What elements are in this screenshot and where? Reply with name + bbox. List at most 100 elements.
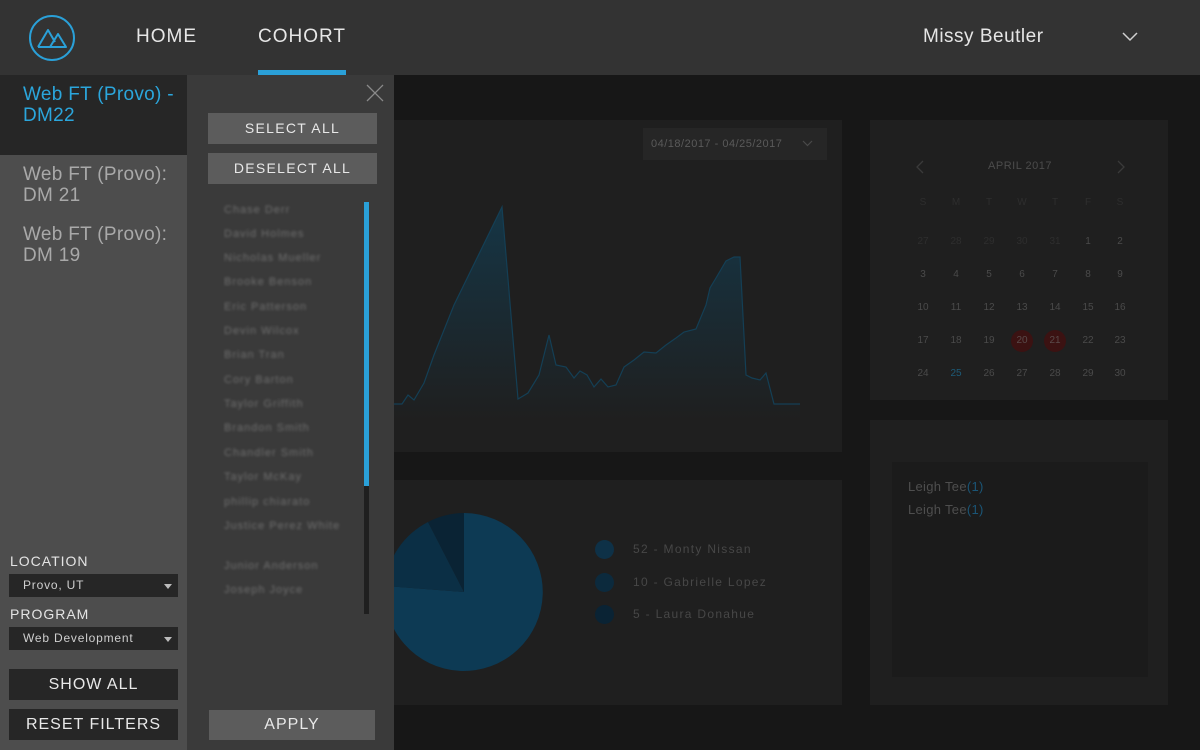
nav-home-link[interactable]: HOME <box>136 26 197 48</box>
legend-entry: 10 - Gabrielle Lopez <box>633 575 768 589</box>
student-item[interactable]: Chase Derr <box>224 204 354 217</box>
calendar-day[interactable]: 10 <box>910 298 936 318</box>
calendar-day[interactable]: 9 <box>1107 265 1133 285</box>
line-chart-area <box>394 207 800 420</box>
leader-name: Leigh Tee <box>908 502 967 517</box>
calendar-day[interactable]: 20 <box>1009 331 1035 351</box>
calendar-day[interactable]: 17 <box>910 331 936 351</box>
leaderboard-list-panel <box>892 462 1148 677</box>
scrollbar-thumb[interactable] <box>364 202 369 486</box>
activity-line-chart <box>394 204 800 420</box>
contribution-pie-chart <box>394 513 543 671</box>
calendar-day[interactable]: 4 <box>943 265 969 285</box>
student-item[interactable]: David Holmes <box>224 228 354 241</box>
calendar-day[interactable]: 18 <box>943 331 969 351</box>
student-item[interactable]: Taylor McKay <box>224 471 354 484</box>
legend-name: Monty Nissan <box>663 542 752 556</box>
calendar-day[interactable]: 31 <box>1042 232 1068 252</box>
chevron-down-icon <box>802 140 813 147</box>
user-name[interactable]: Missy Beutler <box>923 26 1044 48</box>
calendar-day[interactable]: 3 <box>910 265 936 285</box>
calendar-day[interactable]: 8 <box>1075 265 1101 285</box>
student-item[interactable]: Justice Perez White <box>224 520 354 533</box>
calendar-day[interactable]: 30 <box>1009 232 1035 252</box>
student-item[interactable]: Eric Patterson <box>224 301 354 314</box>
logo-icon[interactable] <box>28 14 76 62</box>
student-item[interactable]: Nicholas Mueller <box>224 252 354 265</box>
leaderboard-entry: Leigh Tee(1) <box>908 502 984 517</box>
legend-name: Gabrielle Lopez <box>663 575 768 589</box>
calendar-day[interactable]: 6 <box>1009 265 1035 285</box>
location-label: LOCATION <box>10 553 89 569</box>
date-range-picker[interactable]: 04/18/2017 - 04/25/2017 <box>643 128 827 160</box>
prev-month-icon[interactable] <box>916 160 924 174</box>
student-item[interactable]: Brandon Smith <box>224 422 354 435</box>
apply-button[interactable]: APPLY <box>209 710 375 740</box>
student-item[interactable]: Junior Anderson <box>224 560 354 573</box>
calendar-weekday: S <box>919 197 927 208</box>
program-select[interactable]: Web Development <box>9 627 178 650</box>
student-item[interactable]: Taylor Griffith <box>224 398 354 411</box>
calendar-day[interactable]: 5 <box>976 265 1002 285</box>
calendar-weekday: W <box>1017 197 1027 208</box>
select-all-button[interactable]: SELECT ALL <box>208 113 377 144</box>
caret-down-icon <box>164 584 172 589</box>
legend-swatch <box>595 605 614 624</box>
calendar-day[interactable]: 27 <box>910 232 936 252</box>
nav-cohort-link[interactable]: COHORT <box>258 26 346 48</box>
student-item[interactable]: Brian Tran <box>224 349 354 362</box>
calendar-day[interactable]: 26 <box>976 364 1002 384</box>
student-item[interactable]: Joseph Joyce <box>224 584 354 597</box>
legend-count: 10 <box>633 575 649 589</box>
student-item[interactable]: Devin Wilcox <box>224 325 354 338</box>
program-label: PROGRAM <box>10 606 90 622</box>
student-item[interactable]: Brooke Benson <box>224 276 354 289</box>
location-select[interactable]: Provo, UT <box>9 574 178 597</box>
leader-count: 1 <box>971 502 980 517</box>
legend-swatch <box>595 540 614 559</box>
calendar-day[interactable]: 12 <box>976 298 1002 318</box>
calendar-weekday: S <box>1116 197 1124 208</box>
calendar-day[interactable]: 23 <box>1107 331 1133 351</box>
next-month-icon[interactable] <box>1117 160 1125 174</box>
close-icon[interactable] <box>366 84 384 102</box>
student-item[interactable]: Cory Barton <box>224 374 354 387</box>
caret-down-icon <box>164 637 172 642</box>
calendar-day[interactable]: 28 <box>943 232 969 252</box>
chevron-down-icon[interactable] <box>1122 32 1138 42</box>
calendar-weekday: T <box>985 197 993 208</box>
calendar-day[interactable]: 13 <box>1009 298 1035 318</box>
calendar-day[interactable]: 1 <box>1075 232 1101 252</box>
calendar-weekday: F <box>1084 197 1092 208</box>
calendar-day[interactable]: 22 <box>1075 331 1101 351</box>
student-item[interactable]: Chandler Smith <box>224 447 354 460</box>
deselect-all-button[interactable]: DESELECT ALL <box>208 153 377 184</box>
calendar-day[interactable]: 24 <box>910 364 936 384</box>
legend-count: 52 <box>633 542 649 556</box>
cohort-item[interactable]: Web FT (Provo): DM 21 <box>0 155 187 215</box>
calendar-day[interactable]: 2 <box>1107 232 1133 252</box>
calendar-day[interactable]: 7 <box>1042 265 1068 285</box>
show-all-button[interactable]: SHOW ALL <box>9 669 178 700</box>
cohort-item[interactable]: Web FT (Provo) - DM22 <box>0 75 187 155</box>
student-item[interactable]: phillip chiarato <box>224 496 354 509</box>
cohort-item[interactable]: Web FT (Provo): DM 19 <box>0 215 187 295</box>
calendar-day[interactable]: 29 <box>976 232 1002 252</box>
calendar-day[interactable]: 15 <box>1075 298 1101 318</box>
calendar-day[interactable]: 16 <box>1107 298 1133 318</box>
calendar-weekday: M <box>951 197 961 208</box>
calendar-day[interactable]: 28 <box>1042 364 1068 384</box>
reset-filters-button[interactable]: RESET FILTERS <box>9 709 178 740</box>
calendar-day[interactable]: 29 <box>1075 364 1101 384</box>
calendar-day[interactable]: 11 <box>943 298 969 318</box>
legend-swatch <box>595 573 614 592</box>
calendar-day[interactable]: 21 <box>1042 331 1068 351</box>
calendar-day[interactable]: 30 <box>1107 364 1133 384</box>
calendar-day[interactable]: 14 <box>1042 298 1068 318</box>
calendar-day[interactable]: 27 <box>1009 364 1035 384</box>
calendar-day[interactable]: 19 <box>976 331 1002 351</box>
legend-entry: 5 - Laura Donahue <box>633 607 756 621</box>
top-nav: HOME COHORT Missy Beutler <box>0 0 1200 75</box>
program-value: Web Development <box>23 631 134 645</box>
calendar-day[interactable]: 25 <box>943 364 969 384</box>
